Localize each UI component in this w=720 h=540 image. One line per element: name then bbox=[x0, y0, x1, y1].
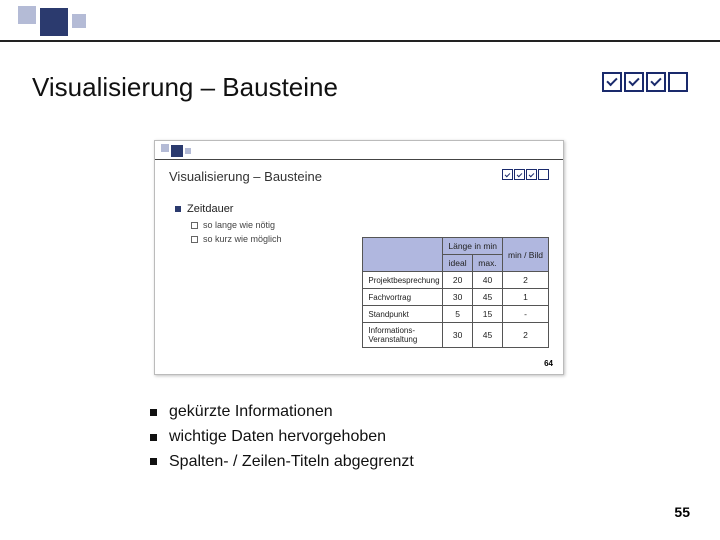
deco-square-icon bbox=[161, 144, 169, 152]
cell: 5 bbox=[443, 306, 473, 323]
progress-box-checked-icon bbox=[646, 72, 666, 92]
cell: 15 bbox=[472, 306, 502, 323]
list-item: so kurz wie möglich bbox=[191, 233, 282, 247]
thumbnail-page-number: 64 bbox=[544, 359, 553, 368]
bullet-text: gekürzte Informationen bbox=[169, 400, 333, 425]
progress-box-checked-icon bbox=[526, 169, 537, 180]
table-row: Projektbesprechung 20 40 2 bbox=[363, 272, 549, 289]
list-item: so lange wie nötig bbox=[191, 219, 282, 233]
table-row: Standpunkt 5 15 - bbox=[363, 306, 549, 323]
deco-square-icon bbox=[18, 6, 36, 24]
progress-boxes bbox=[602, 72, 688, 92]
bullet-text: wichtige Daten hervorgehoben bbox=[169, 425, 386, 450]
list-item-text: so kurz wie möglich bbox=[203, 233, 282, 247]
progress-box-checked-icon bbox=[514, 169, 525, 180]
table-corner bbox=[363, 238, 443, 272]
progress-box-checked-icon bbox=[502, 169, 513, 180]
thumbnail-title-row: Visualisierung – Bausteine bbox=[169, 169, 549, 184]
thumbnail-title: Visualisierung – Bausteine bbox=[169, 169, 322, 184]
title-row: Visualisierung – Bausteine bbox=[32, 72, 688, 103]
bullet-square-icon bbox=[150, 409, 157, 416]
row-label: Standpunkt bbox=[363, 306, 443, 323]
progress-box-checked-icon bbox=[602, 72, 622, 92]
deco-square-icon bbox=[171, 145, 183, 157]
cell: 45 bbox=[472, 323, 502, 348]
row-label: Projektbesprechung bbox=[363, 272, 443, 289]
cell: - bbox=[503, 306, 549, 323]
progress-box-empty-icon bbox=[668, 72, 688, 92]
table-subheader: max. bbox=[472, 255, 502, 272]
cell: 45 bbox=[472, 289, 502, 306]
decorative-header bbox=[0, 0, 720, 40]
thumbnail-section: Zeitdauer so lange wie nötig so kurz wie… bbox=[175, 203, 282, 246]
thumbnail-progress bbox=[502, 169, 549, 180]
table-header: Länge in min bbox=[443, 238, 503, 255]
progress-box-checked-icon bbox=[624, 72, 644, 92]
cell: 30 bbox=[443, 289, 473, 306]
bullet-square-icon bbox=[150, 434, 157, 441]
cell: 30 bbox=[443, 323, 473, 348]
list-item: Spalten- / Zeilen-Titeln abgegrenzt bbox=[150, 450, 414, 475]
page-number: 55 bbox=[674, 504, 690, 520]
table-subheader: ideal bbox=[443, 255, 473, 272]
list-item: gekürzte Informationen bbox=[150, 400, 414, 425]
deco-square-icon bbox=[72, 14, 86, 28]
cell: 1 bbox=[503, 289, 549, 306]
slide-title: Visualisierung – Bausteine bbox=[32, 72, 338, 103]
list-item-text: so lange wie nötig bbox=[203, 219, 275, 233]
row-label: Fachvortrag bbox=[363, 289, 443, 306]
row-label: Informations-Veranstaltung bbox=[363, 323, 443, 348]
cell: 2 bbox=[503, 323, 549, 348]
slide: Visualisierung – Bausteine Visualisierun… bbox=[0, 0, 720, 540]
bullet-square-icon bbox=[150, 458, 157, 465]
divider bbox=[155, 159, 563, 160]
table-row: Fachvortrag 30 45 1 bbox=[363, 289, 549, 306]
table-row: Informations-Veranstaltung 30 45 2 bbox=[363, 323, 549, 348]
duration-table: Länge in min min / Bild ideal max. Proje… bbox=[362, 237, 549, 348]
cell: 20 bbox=[443, 272, 473, 289]
table-header: min / Bild bbox=[503, 238, 549, 272]
bullet-text: Spalten- / Zeilen-Titeln abgegrenzt bbox=[169, 450, 414, 475]
list-item: wichtige Daten hervorgehoben bbox=[150, 425, 414, 450]
thumbnail-header bbox=[155, 141, 563, 163]
slide-thumbnail: Visualisierung – Bausteine Zeitdauer so … bbox=[154, 140, 564, 375]
heading-text: Zeitdauer bbox=[187, 203, 233, 215]
cell: 40 bbox=[472, 272, 502, 289]
deco-square-icon bbox=[185, 148, 191, 154]
deco-square-icon bbox=[40, 8, 68, 36]
progress-box-empty-icon bbox=[538, 169, 549, 180]
bullet-square-icon bbox=[175, 206, 181, 212]
checkbox-empty-icon bbox=[191, 236, 198, 243]
thumbnail-section-heading: Zeitdauer bbox=[175, 203, 282, 215]
cell: 2 bbox=[503, 272, 549, 289]
divider bbox=[0, 40, 720, 42]
checkbox-empty-icon bbox=[191, 222, 198, 229]
bullet-list: gekürzte Informationen wichtige Daten he… bbox=[150, 400, 414, 474]
